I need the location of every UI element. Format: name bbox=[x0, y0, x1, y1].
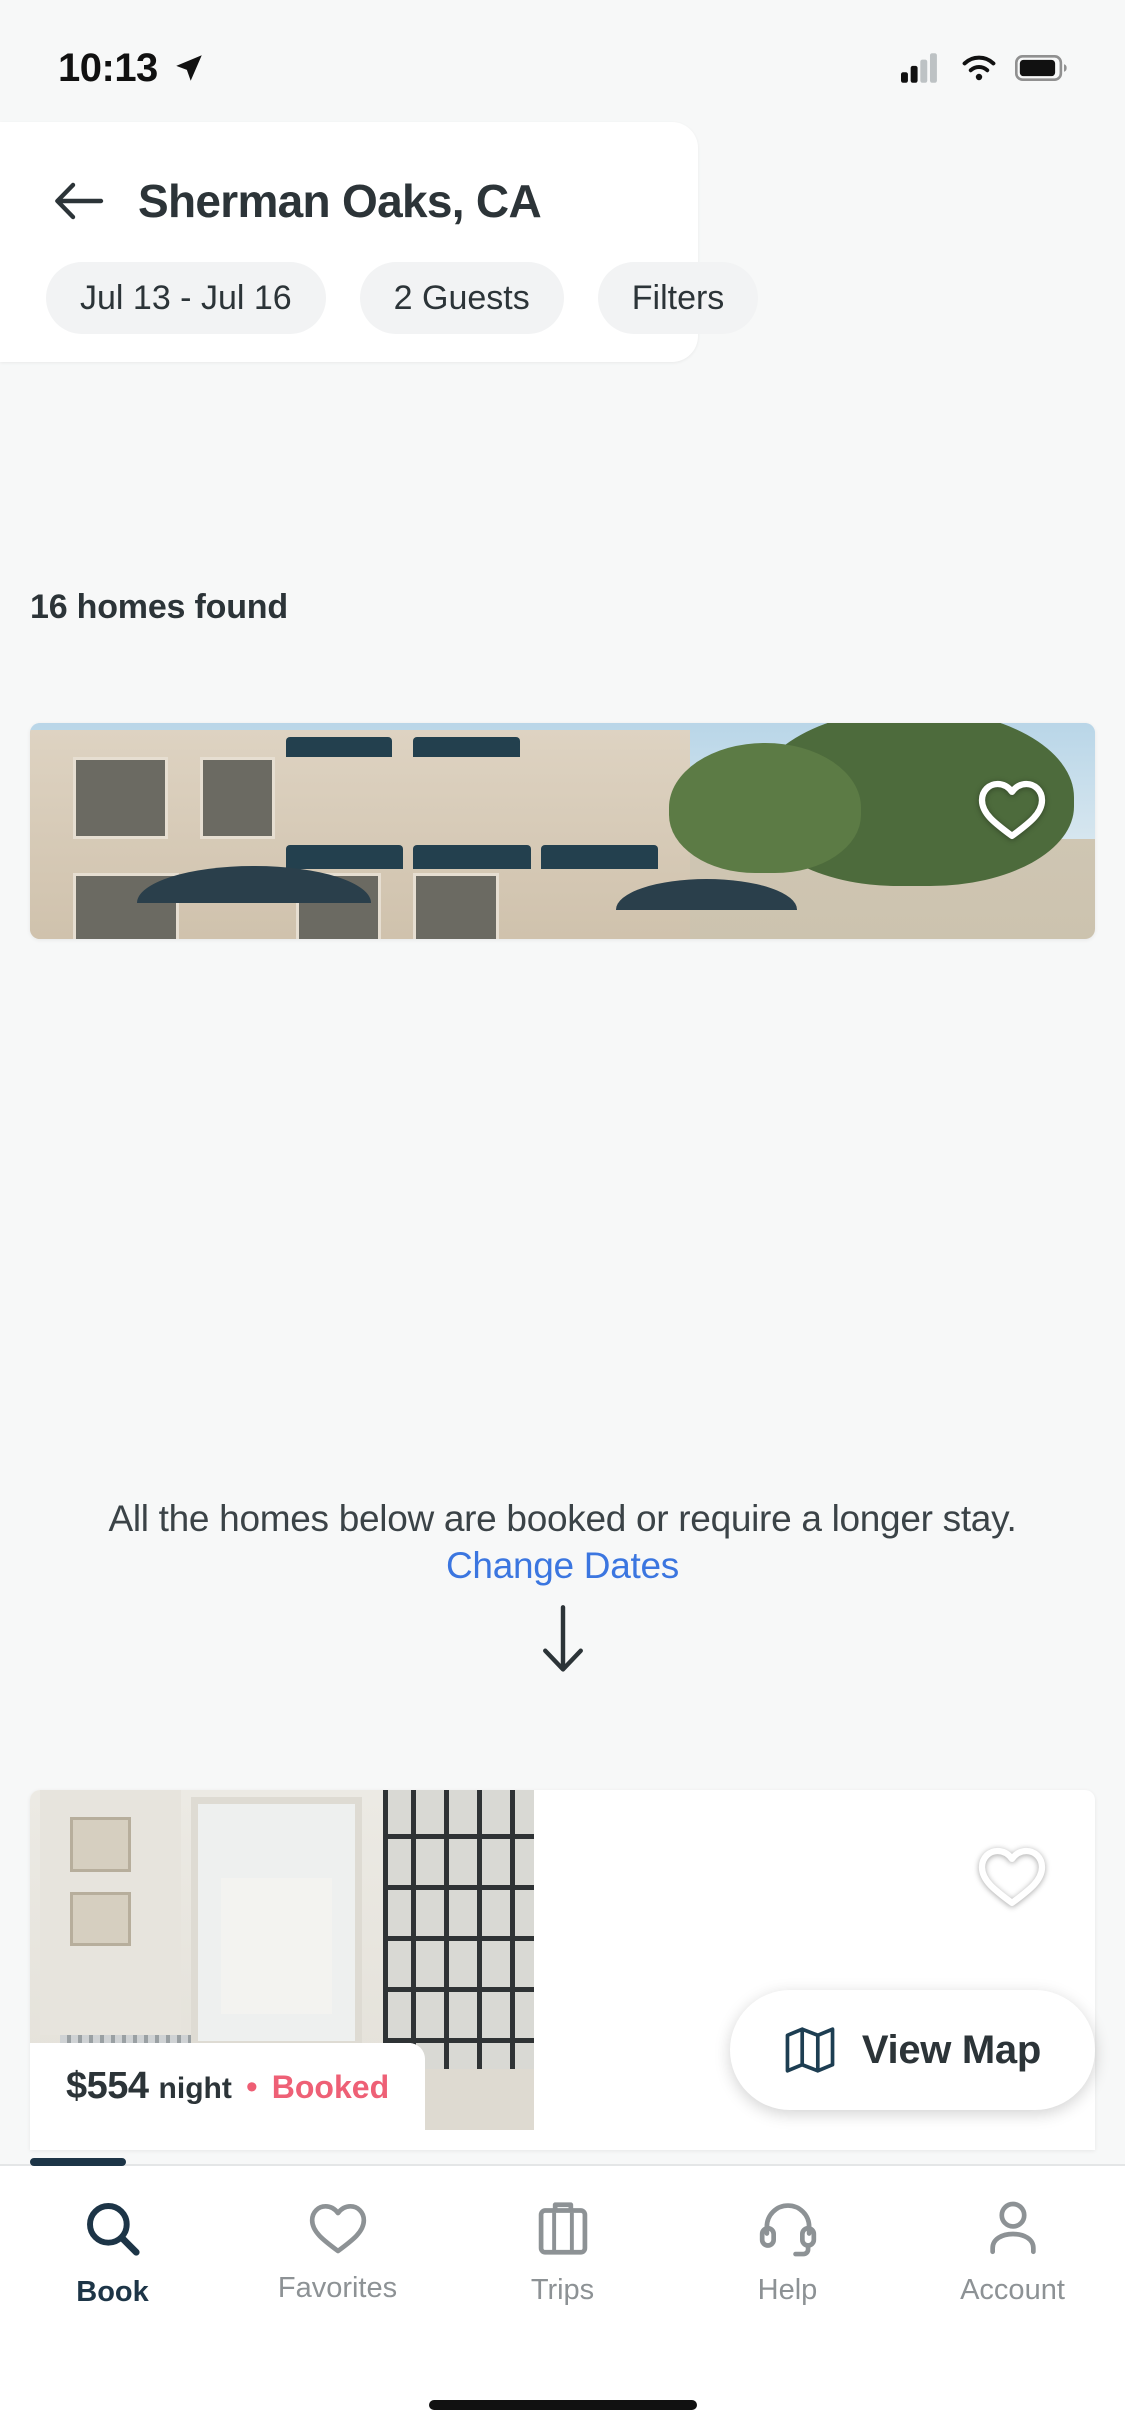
header-title-row: Sherman Oaks, CA bbox=[0, 122, 698, 232]
back-arrow-icon bbox=[55, 182, 104, 220]
view-map-label: View Map bbox=[861, 2027, 1041, 2072]
price-unit: night bbox=[158, 2072, 232, 2105]
status-bar-left: 10:13 bbox=[58, 46, 206, 91]
status-bar-time: 10:13 bbox=[58, 45, 158, 90]
status-bar: 10:13 bbox=[0, 0, 1125, 108]
status-separator: • bbox=[245, 2068, 258, 2106]
tab-favorites[interactable]: Favorites bbox=[225, 2198, 450, 2305]
wifi-icon bbox=[962, 55, 996, 81]
price-amount: $554 bbox=[66, 2065, 149, 2107]
guests-pill[interactable]: 2 Guests bbox=[359, 262, 564, 334]
home-indicator bbox=[428, 2400, 697, 2410]
tab-book[interactable]: Book bbox=[0, 2198, 225, 2309]
booked-notice-text: All the homes below are booked or requir… bbox=[108, 1498, 1017, 1539]
scroll-indicator bbox=[30, 2158, 126, 2166]
tab-favorites-label: Favorites bbox=[277, 2272, 398, 2304]
bottom-tab-bar: Book Favorites Trips Help Account bbox=[0, 2164, 1125, 2436]
person-icon bbox=[989, 2201, 1036, 2255]
villa-pool-photo bbox=[30, 723, 1095, 939]
cellular-signal-icon bbox=[901, 53, 937, 83]
tab-help[interactable]: Help bbox=[675, 2198, 900, 2307]
favorite-button[interactable] bbox=[975, 1838, 1049, 1912]
arrow-down-icon bbox=[542, 1605, 583, 1672]
heart-icon bbox=[309, 2204, 366, 2254]
heart-outline-icon bbox=[978, 780, 1046, 840]
back-button[interactable] bbox=[48, 170, 110, 232]
results-count: 16 homes found bbox=[30, 588, 288, 626]
filter-pill-row: Jul 13 - Jul 16 2 Guests Filters bbox=[0, 232, 759, 334]
status-bar-right bbox=[901, 53, 1067, 83]
favorite-button[interactable] bbox=[975, 771, 1049, 845]
tab-account-label: Account bbox=[960, 2274, 1065, 2306]
tab-trips-label: Trips bbox=[530, 2274, 595, 2306]
price-badge: $554 night • Booked bbox=[30, 2043, 426, 2130]
listing-card[interactable]: $2,919 night Hartford Way Beverly Hills,… bbox=[30, 723, 1095, 939]
tab-book-label: Book bbox=[76, 2276, 149, 2308]
listing-photo[interactable]: $2,919 night bbox=[30, 723, 1095, 939]
page-title: Sherman Oaks, CA bbox=[138, 175, 542, 227]
suitcase-icon bbox=[538, 2202, 587, 2255]
status-badge: Booked bbox=[271, 2069, 390, 2105]
location-arrow-icon bbox=[176, 55, 202, 81]
battery-icon bbox=[1015, 55, 1067, 81]
tab-trips[interactable]: Trips bbox=[450, 2198, 675, 2307]
headset-icon bbox=[759, 2203, 816, 2257]
view-map-button[interactable]: View Map bbox=[729, 1990, 1095, 2110]
map-icon bbox=[785, 2027, 835, 2073]
booked-notice: All the homes below are booked or requir… bbox=[40, 1495, 1085, 1590]
change-dates-link[interactable]: Change Dates bbox=[446, 1545, 679, 1586]
filters-pill[interactable]: Filters bbox=[597, 262, 759, 334]
tab-account[interactable]: Account bbox=[900, 2198, 1125, 2307]
scroll-hint bbox=[0, 1605, 1125, 1675]
search-header: Sherman Oaks, CA Jul 13 - Jul 16 2 Guest… bbox=[0, 122, 759, 362]
tab-help-label: Help bbox=[757, 2274, 818, 2306]
dates-pill[interactable]: Jul 13 - Jul 16 bbox=[46, 262, 326, 334]
search-icon bbox=[86, 2203, 140, 2256]
heart-outline-icon bbox=[978, 1847, 1046, 1907]
